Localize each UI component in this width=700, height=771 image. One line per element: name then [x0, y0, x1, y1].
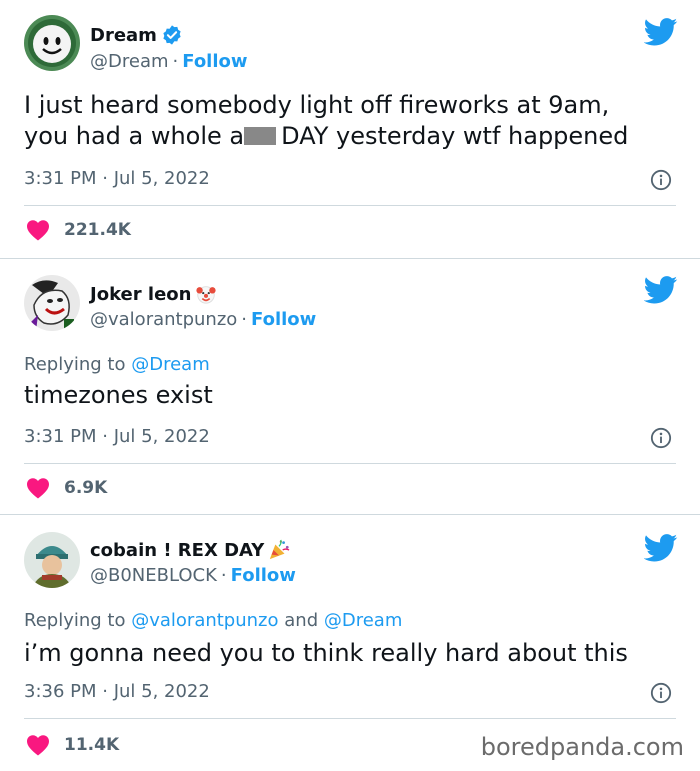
tweet-text-line: I just heard somebody light off firework… — [24, 91, 610, 119]
timestamp[interactable]: 3:31 PM · Jul 5, 2022 — [24, 168, 210, 189]
twitter-bird-icon[interactable] — [644, 18, 678, 46]
clown-emoji-icon — [196, 286, 217, 304]
replying-to-label: Replying to — [24, 610, 126, 631]
avatar-joker-leon[interactable] — [24, 275, 80, 331]
display-name[interactable]: Joker leon — [90, 284, 191, 305]
tweet-dream: Dream @Dream · Follow I just heard somebod… — [0, 0, 700, 258]
follow-button[interactable]: Follow — [231, 565, 296, 586]
replying-to: Replying to @valorantpunzo and @Dream — [24, 610, 402, 631]
likes[interactable]: 6.9K — [26, 477, 107, 499]
heart-icon[interactable] — [26, 219, 50, 241]
mention-link[interactable]: @valorantpunzo — [131, 610, 278, 631]
boredpanda-watermark: boredpanda.com — [480, 733, 684, 761]
likes[interactable]: 221.4K — [26, 219, 131, 241]
avatar-dream[interactable] — [24, 15, 80, 71]
inner-divider — [24, 205, 676, 206]
handle[interactable]: @valorantpunzo — [90, 309, 237, 330]
tweet-text: I just heard somebody light off firework… — [24, 90, 628, 152]
info-icon[interactable] — [650, 427, 672, 449]
separator-dot: · — [172, 51, 179, 72]
tweet-text: timezones exist — [24, 381, 213, 409]
replying-to-and: and — [284, 610, 319, 631]
verified-badge-icon — [163, 25, 181, 45]
handle[interactable]: @B0NEBLOCK — [90, 565, 217, 586]
tweet-joker-leon: Joker leon @valorantpunzo · Follow Replyin… — [0, 258, 700, 514]
heart-icon[interactable] — [26, 477, 50, 499]
like-count: 6.9K — [64, 478, 108, 498]
follow-button[interactable]: Follow — [251, 309, 316, 330]
tweet-text-line: you had a whole a DAY yesterday wtf happe… — [24, 121, 628, 152]
replying-to-label: Replying to — [24, 354, 126, 375]
handle[interactable]: @Dream — [90, 51, 169, 72]
tweet-text-fragment: DAY yesterday wtf happened — [281, 122, 629, 150]
mention-link[interactable]: @Dream — [324, 610, 403, 631]
display-name[interactable]: Dream — [90, 25, 157, 46]
heart-icon[interactable] — [26, 734, 50, 756]
likes[interactable]: 11.4K — [26, 734, 119, 756]
display-name[interactable]: cobain ! REX DAY — [90, 540, 264, 561]
twitter-bird-icon[interactable] — [644, 276, 678, 304]
inner-divider — [24, 718, 676, 719]
separator-dot: · — [241, 309, 248, 330]
inner-divider — [24, 463, 676, 464]
dream-avatar-image — [24, 15, 80, 71]
avatar-cobain[interactable] — [24, 532, 80, 588]
tweet-text-fragment: you had a whole a — [24, 122, 245, 150]
like-count: 11.4K — [64, 735, 120, 755]
info-icon[interactable] — [650, 682, 672, 704]
party-popper-emoji-icon — [270, 539, 290, 560]
joker-avatar-image — [24, 275, 80, 331]
mention-link[interactable]: @Dream — [131, 354, 210, 375]
tweet-text: i’m gonna need you to think really hard … — [24, 639, 628, 667]
info-icon[interactable] — [650, 169, 672, 191]
redaction-box — [244, 127, 277, 145]
like-count: 221.4K — [64, 220, 131, 240]
replying-to: Replying to @Dream — [24, 354, 210, 375]
timestamp[interactable]: 3:36 PM · Jul 5, 2022 — [24, 681, 210, 702]
cobain-avatar-image — [24, 532, 80, 588]
follow-button[interactable]: Follow — [182, 51, 247, 72]
twitter-bird-icon[interactable] — [644, 534, 678, 562]
timestamp[interactable]: 3:31 PM · Jul 5, 2022 — [24, 426, 210, 447]
separator-dot: · — [220, 565, 227, 586]
